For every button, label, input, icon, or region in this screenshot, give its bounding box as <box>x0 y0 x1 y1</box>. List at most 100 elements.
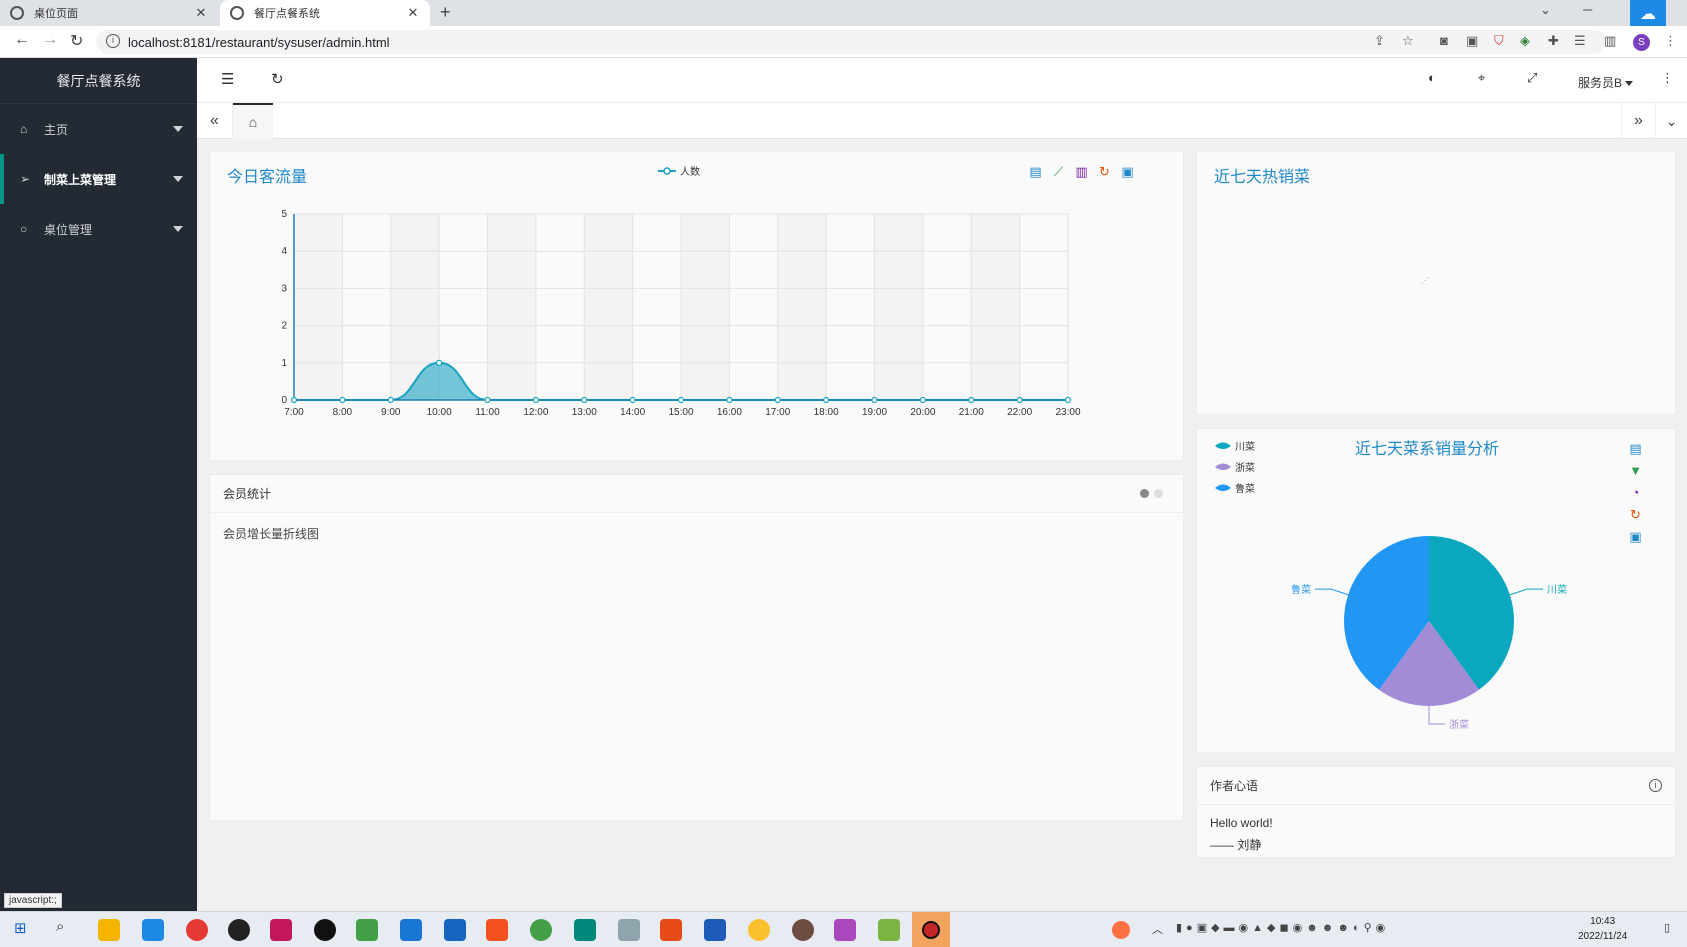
back-icon[interactable]: ← <box>14 31 30 49</box>
search-icon[interactable]: ⌕ <box>56 918 64 935</box>
forward-icon[interactable]: → <box>42 31 58 49</box>
user-name: 服务员B <box>1578 76 1623 90</box>
member-stats-subtitle: 会员增长量折线图 <box>223 527 320 541</box>
chevron-down-icon[interactable]: ⌄ <box>1655 103 1687 139</box>
share-icon[interactable]: ⇪ <box>1374 33 1385 49</box>
browser-tab-label: 桌位页面 <box>34 8 78 20</box>
sidebar-toggle-icon[interactable]: ▥ <box>1604 33 1616 49</box>
file-explorer-icon[interactable] <box>98 919 120 941</box>
tray-app-icon[interactable] <box>1112 921 1130 939</box>
x-tick-label: 22:00 <box>1007 407 1032 418</box>
cuisine-card: 近七天菜系销量分析 川菜 浙菜 鲁菜 川菜 浙菜 鲁菜 ▤ ▼ ◔ ↻ ▣ <box>1196 428 1676 753</box>
wechat-icon[interactable] <box>530 919 552 941</box>
reload-icon[interactable]: ↻ <box>70 31 83 51</box>
star-icon[interactable]: ☆ <box>1402 33 1414 49</box>
cuisine-toolbox: ▤ ▼ ◔ ↻ ▣ <box>1627 440 1644 545</box>
app-icon[interactable] <box>660 919 682 941</box>
app-icon[interactable] <box>878 919 900 941</box>
pie-chart-icon[interactable]: ◔ <box>1627 484 1644 501</box>
clock-date: 2022/11/24 <box>1578 931 1628 942</box>
app-icon[interactable] <box>834 919 856 941</box>
x-tick-label: 18:00 <box>814 407 839 418</box>
x-tick-label: 16:00 <box>717 407 742 418</box>
camera-icon[interactable]: ◙ <box>1440 33 1448 48</box>
hot-dishes-title: 近七天热销菜 <box>1214 169 1311 186</box>
data-point <box>290 396 298 404</box>
x-tick-label: 10:00 <box>427 407 452 418</box>
data-point <box>484 396 491 404</box>
idea-icon[interactable] <box>270 919 292 941</box>
legend-label: 川菜 <box>1235 441 1255 453</box>
taskbar: ⊞ ⌕ ︿ ▮●▣◆▬◉▲◆◼◉☻☻☻◐⚲◉ 10:43 2022/11/24 … <box>0 911 1687 947</box>
author-header: 作者心语 <box>1197 767 1675 805</box>
app-icon[interactable] <box>486 919 508 941</box>
puzzle-icon[interactable]: ✚ <box>1548 33 1559 49</box>
sidebar-item-label: 主页 <box>44 122 69 137</box>
caret-down-icon <box>173 226 183 232</box>
minimize-icon[interactable]: ─ <box>1583 2 1592 17</box>
pie-label: 浙菜 <box>1449 719 1469 731</box>
grid-band <box>487 214 536 400</box>
app-icon[interactable] <box>748 919 770 941</box>
double-chevron-left-icon[interactable]: « <box>197 103 233 139</box>
tray-chevron-up-icon[interactable]: ︿ <box>1152 921 1163 937</box>
data-view-icon[interactable]: ▤ <box>1627 440 1644 457</box>
notification-icon[interactable]: ▯ <box>1664 921 1670 934</box>
info-icon[interactable]: i <box>1649 779 1662 792</box>
carousel-dot-active[interactable] <box>1140 489 1149 498</box>
page-tabs-row: « ⌂ » ⌄ <box>197 103 1687 139</box>
save-image-icon[interactable]: ▣ <box>1627 528 1644 545</box>
carousel-dot[interactable] <box>1154 489 1163 498</box>
y-tick-label: 5 <box>281 209 287 220</box>
tag-icon[interactable]: ⌖ <box>1478 70 1485 86</box>
windows-start-icon[interactable]: ⊞ <box>14 919 27 937</box>
fullscreen-icon[interactable]: ⤢ <box>1527 70 1537 86</box>
app-icon[interactable] <box>618 919 640 941</box>
user-menu[interactable]: 服务员B <box>1578 74 1634 91</box>
browser-tab-desk-page[interactable]: 桌位页面 ✕ <box>0 0 218 26</box>
info-icon[interactable]: i <box>106 34 120 48</box>
sidebar-item-dish-management[interactable]: ➢ 制菜上菜管理 <box>0 154 197 204</box>
funnel-icon[interactable]: ▼ <box>1627 462 1644 479</box>
x-tick-label: 20:00 <box>910 407 935 418</box>
menu-toggle-icon[interactable]: ☰ <box>221 70 234 88</box>
tray-icons[interactable]: ▮●▣◆▬◉▲◆◼◉☻☻☻◐⚲◉ <box>1176 921 1446 934</box>
close-icon[interactable]: ✕ <box>194 5 208 21</box>
chevron-down-icon[interactable]: ⌄ <box>1540 2 1551 18</box>
grid-band <box>777 214 827 400</box>
image-extension-icon[interactable]: ▣ <box>1466 33 1478 49</box>
clock-time: 10:43 <box>1590 916 1616 927</box>
more-vert-icon[interactable]: ⋮ <box>1661 70 1674 86</box>
chrome-icon[interactable] <box>186 919 208 941</box>
sidebar-item-table-management[interactable]: ○ 桌位管理 <box>0 204 197 254</box>
traffic-card: 今日客流量 人数 ▤ ⟋ ▥ ↻ ▣ 0 1 2 3 4 5 7:00 8:00 9:00 10:… <box>209 151 1184 461</box>
word-icon[interactable] <box>704 919 726 941</box>
new-tab-button[interactable]: + <box>440 2 451 23</box>
legend-label: 浙菜 <box>1235 462 1255 474</box>
home-tab-icon[interactable]: ⌂ <box>233 103 273 139</box>
pie-label-line <box>1315 588 1349 596</box>
more-vert-icon[interactable]: ⋮ <box>1664 33 1677 49</box>
extension-green-icon[interactable]: ◈ <box>1520 33 1530 49</box>
sync-icon[interactable] <box>356 919 378 941</box>
palette-icon[interactable]: ◐ <box>1428 70 1436 85</box>
reading-list-icon[interactable]: ☰ <box>1574 33 1586 49</box>
app-icon[interactable] <box>142 919 164 941</box>
mail-icon[interactable] <box>444 919 466 941</box>
sidebar-item-home[interactable]: ⌂ 主页 <box>0 104 197 154</box>
member-stats-card: 会员统计 会员增长量折线图 <box>209 474 1184 821</box>
webstorm-icon[interactable] <box>574 919 596 941</box>
restore-icon[interactable]: ↻ <box>1627 506 1644 523</box>
shield-icon[interactable]: ⛉ <box>1494 33 1504 49</box>
author-line1: Hello world! <box>1210 816 1273 830</box>
double-chevron-right-icon[interactable]: » <box>1621 103 1655 139</box>
refresh-icon[interactable]: ↻ <box>271 70 284 88</box>
store-icon[interactable] <box>400 919 422 941</box>
close-icon[interactable]: ✕ <box>406 5 420 21</box>
browser-tab-restaurant[interactable]: 餐厅点餐系统 ✕ <box>220 0 430 26</box>
profile-avatar[interactable]: S <box>1633 34 1650 51</box>
app-icon[interactable] <box>792 919 814 941</box>
record-icon[interactable] <box>314 919 336 941</box>
y-tick-label: 3 <box>281 283 287 294</box>
qq-icon[interactable] <box>228 919 250 941</box>
